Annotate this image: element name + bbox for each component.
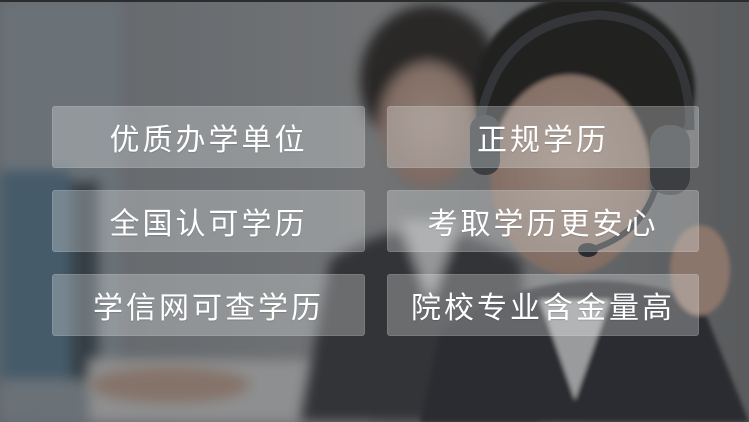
feature-label: 优质办学单位 bbox=[109, 123, 308, 158]
top-border bbox=[0, 0, 749, 2]
feature-tile-formal-degree: 正规学历 bbox=[387, 106, 699, 168]
feature-label: 全国认可学历 bbox=[109, 207, 308, 242]
feature-label: 学信网可查学历 bbox=[93, 291, 324, 326]
feature-tile-national-recognition: 全国认可学历 bbox=[52, 190, 365, 252]
feature-tile-high-value-major: 院校专业含金量高 bbox=[387, 274, 699, 336]
feature-tile-chsi-verifiable: 学信网可查学历 bbox=[52, 274, 365, 336]
feature-tile-peace-of-mind: 考取学历更安心 bbox=[387, 190, 699, 252]
feature-label: 考取学历更安心 bbox=[427, 207, 659, 242]
feature-tile-quality-institution: 优质办学单位 bbox=[52, 106, 365, 168]
feature-label: 正规学历 bbox=[477, 123, 609, 158]
feature-label: 院校专业含金量高 bbox=[411, 291, 675, 326]
